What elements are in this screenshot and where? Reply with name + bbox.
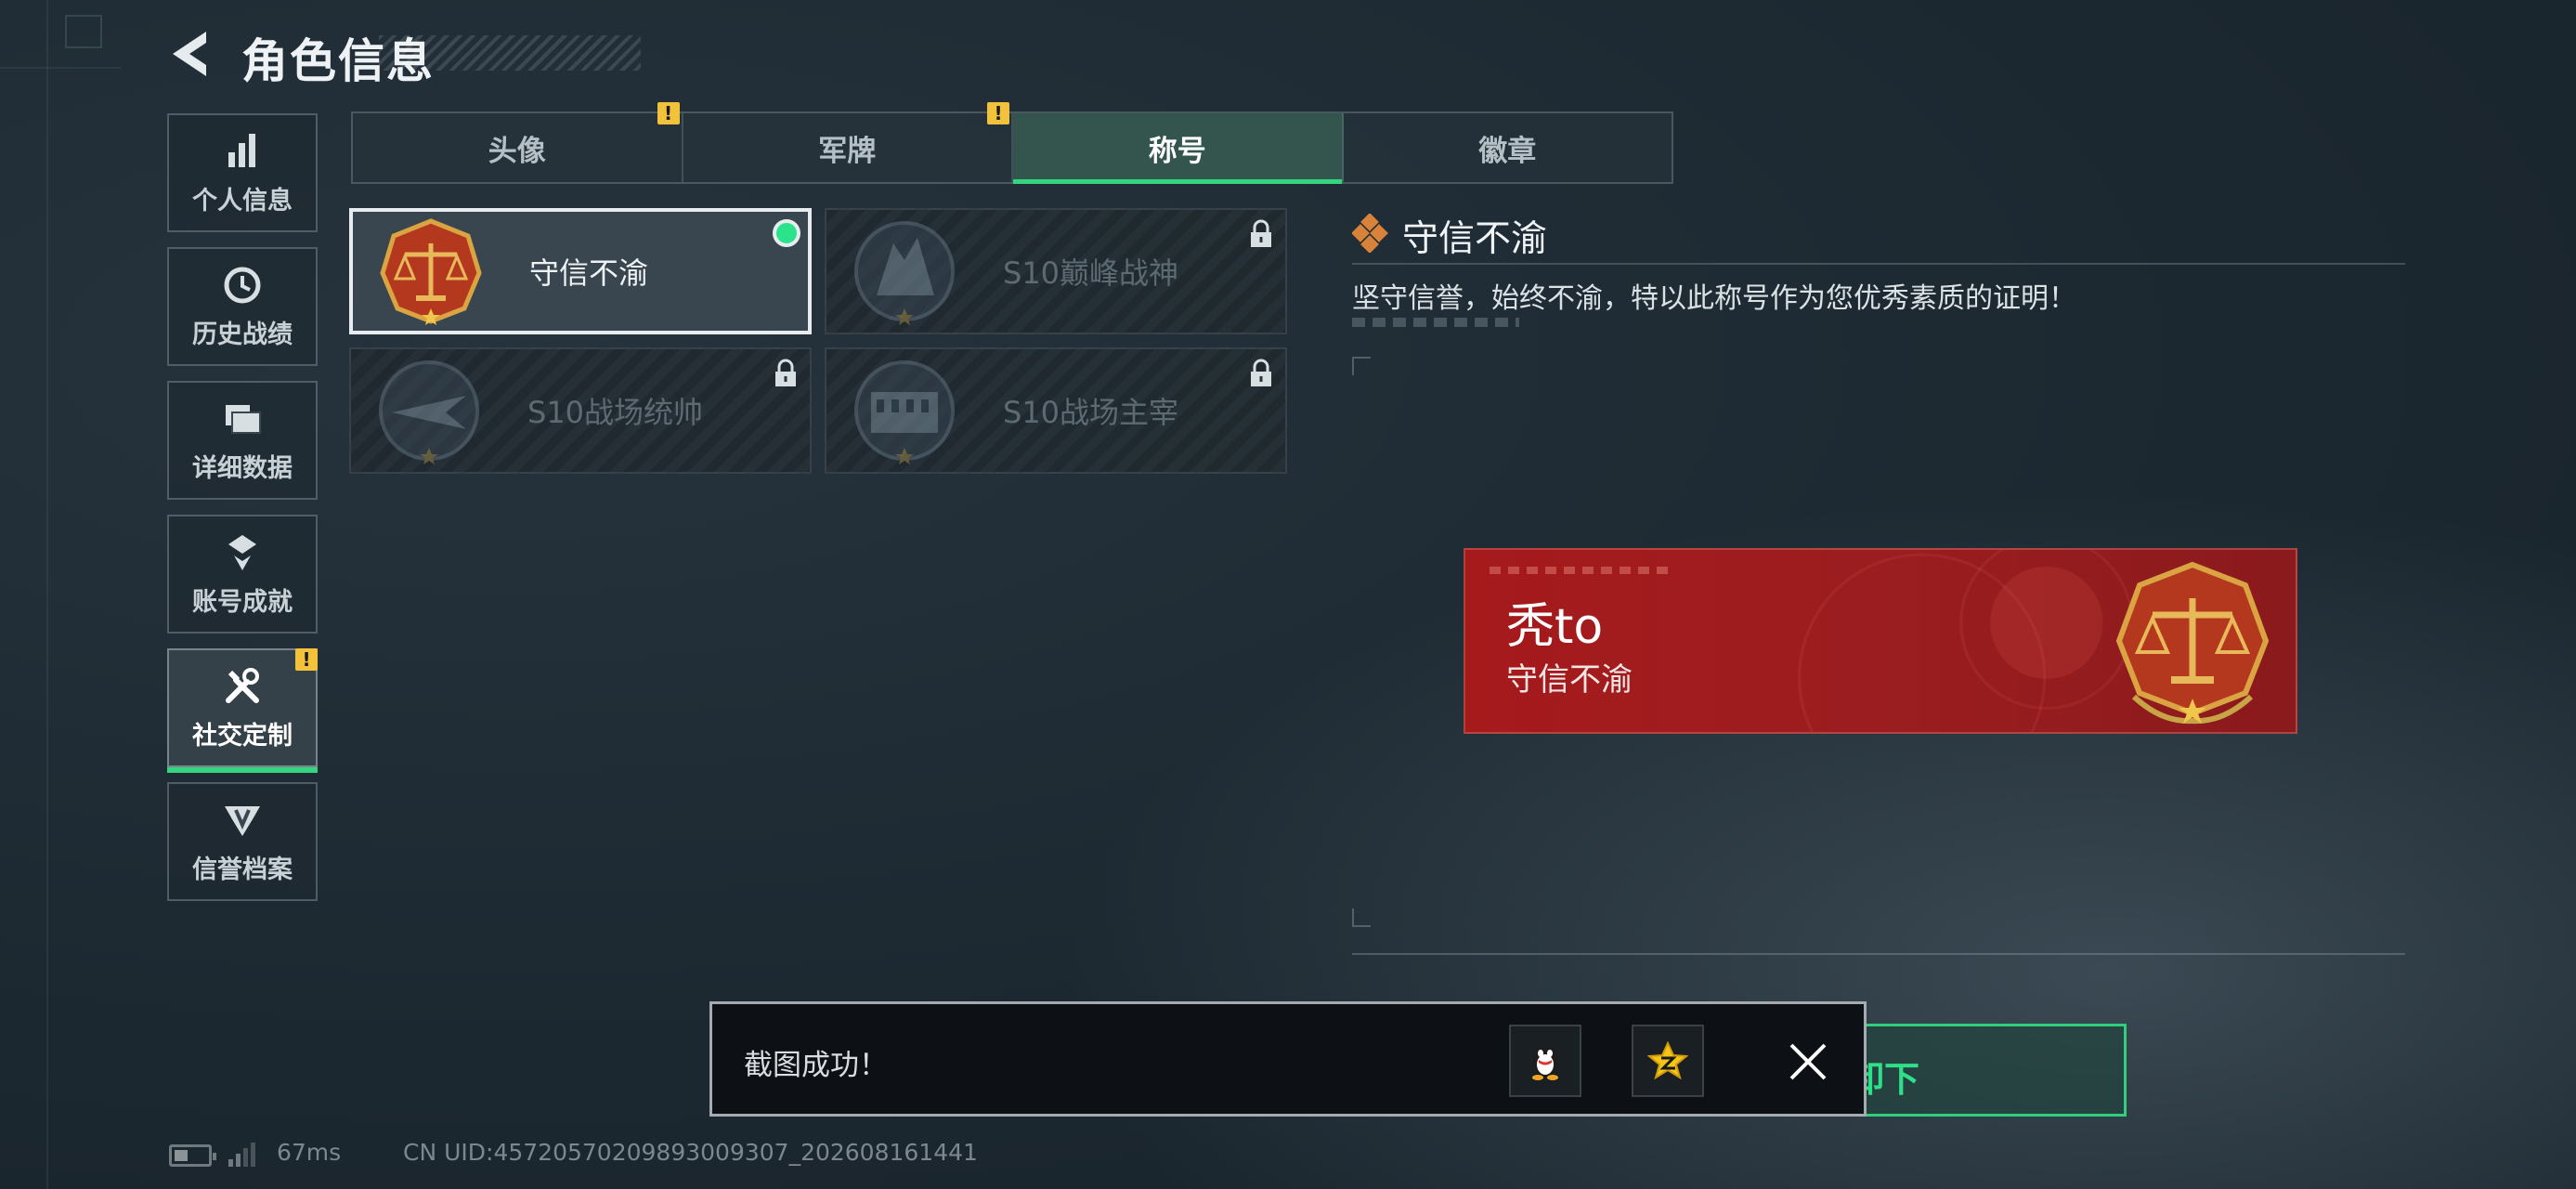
scales-emblem-icon xyxy=(380,218,482,325)
qzone-star-icon xyxy=(1647,1040,1688,1080)
divider xyxy=(1352,263,2405,265)
lock-icon xyxy=(775,359,796,386)
tab-label: 头像 xyxy=(488,134,546,168)
sidebar-item-achievements[interactable]: 账号成就 xyxy=(167,515,318,634)
sidebar-item-label: 社交定制 xyxy=(192,721,293,751)
plate-decoration xyxy=(1490,567,1675,574)
sidebar-item-detailed-data[interactable]: 详细数据 xyxy=(167,381,318,500)
sidebar-item-label: 详细数据 xyxy=(192,453,293,483)
detail-title: 守信不渝 xyxy=(1402,218,1548,260)
sidebar-item-label: 账号成就 xyxy=(192,587,293,617)
folder-icon xyxy=(226,404,261,434)
share-qzone-button[interactable] xyxy=(1632,1025,1704,1097)
lock-icon xyxy=(1251,359,1271,386)
divider xyxy=(1352,953,2405,955)
bar-chart-icon xyxy=(228,133,255,167)
detail-description: 坚守信誉，始终不渝，特以此称号作为您优秀素质的证明！ xyxy=(1352,282,2076,315)
tools-icon xyxy=(226,667,259,703)
selected-indicator xyxy=(773,219,800,247)
colosseum-emblem-icon xyxy=(854,360,955,464)
tab-label: 徽章 xyxy=(1478,134,1537,168)
tab-dog-tag[interactable]: 军牌 ! xyxy=(683,102,1013,182)
title-card-shouxinbuyu[interactable]: 守信不渝 xyxy=(349,208,812,334)
title-decoration xyxy=(379,35,641,71)
clock-icon xyxy=(224,267,261,303)
title-card-label: S10巅峰战神 xyxy=(1003,255,1179,291)
warning-badge: ! xyxy=(295,648,318,671)
sidebar-item-social-custom[interactable]: 社交定制 ! xyxy=(167,648,318,773)
achievement-medal-icon xyxy=(228,534,256,570)
toast-message: 截图成功！ xyxy=(744,1049,888,1082)
sidebar-item-reputation[interactable]: 信誉档案 xyxy=(167,782,318,901)
back-arrow-icon[interactable] xyxy=(165,28,214,80)
title-card-label: S10战场统帅 xyxy=(527,395,704,430)
tab-title[interactable]: 称号 xyxy=(1013,113,1344,184)
tab-label: 军牌 xyxy=(818,134,877,168)
qq-penguin-icon xyxy=(1532,1045,1558,1080)
sidebar-item-label: 信誉档案 xyxy=(192,855,293,884)
warning-badge: ! xyxy=(657,102,680,124)
signal-icon xyxy=(228,1143,255,1167)
shield-wings-icon xyxy=(225,805,260,836)
player-uid: CN UID:4572057020989300930​7_20260816144… xyxy=(403,1139,978,1166)
screenshot-toast: 截图成功！ xyxy=(709,1001,1867,1117)
plate-title: 守信不渝 xyxy=(1506,661,1633,699)
bg-grid-line xyxy=(46,0,48,1189)
sidebar-item-label: 个人信息 xyxy=(192,186,293,216)
name-plate-preview: 秃to 守信不渝 xyxy=(1464,548,2297,734)
title-card-s10-commander[interactable]: S10战场统帅 xyxy=(349,347,812,474)
title-card-s10-peak[interactable]: S10巅峰战神 xyxy=(825,208,1287,334)
bg-corner-box xyxy=(65,15,102,48)
peak-emblem-icon xyxy=(854,221,955,325)
tab-bar: 头像 ! 军牌 ! 称号 徽章 xyxy=(351,102,1673,184)
warning-badge: ! xyxy=(987,102,1009,124)
bg-grid-line xyxy=(0,67,121,69)
sidebar-item-personal-info[interactable]: 个人信息 xyxy=(167,113,318,232)
sidebar-item-label: 历史战绩 xyxy=(192,320,293,349)
close-icon[interactable] xyxy=(1780,1034,1836,1090)
detail-decoration xyxy=(1352,318,1519,327)
share-qq-button[interactable] xyxy=(1509,1025,1581,1097)
sidebar-item-history[interactable]: 历史战绩 xyxy=(167,247,318,366)
title-card-label: S10战场主宰 xyxy=(1003,395,1179,430)
lock-icon xyxy=(1251,219,1271,247)
ping-value: 67ms xyxy=(277,1139,342,1166)
jet-emblem-icon xyxy=(379,360,479,464)
title-card-label: 守信不渝 xyxy=(529,255,649,291)
tab-badge[interactable]: 徽章 xyxy=(1344,113,1672,182)
title-diamond-icon xyxy=(1352,214,1388,253)
frame-corner xyxy=(1352,357,1371,375)
battery-icon xyxy=(169,1144,216,1167)
tab-avatar[interactable]: 头像 ! xyxy=(353,102,683,182)
frame-corner xyxy=(1352,908,1371,927)
title-card-s10-dominator[interactable]: S10战场主宰 xyxy=(825,347,1287,474)
scales-emblem-icon xyxy=(2115,561,2270,725)
player-name: 秃to xyxy=(1506,599,1604,655)
tab-label: 称号 xyxy=(1148,134,1206,168)
